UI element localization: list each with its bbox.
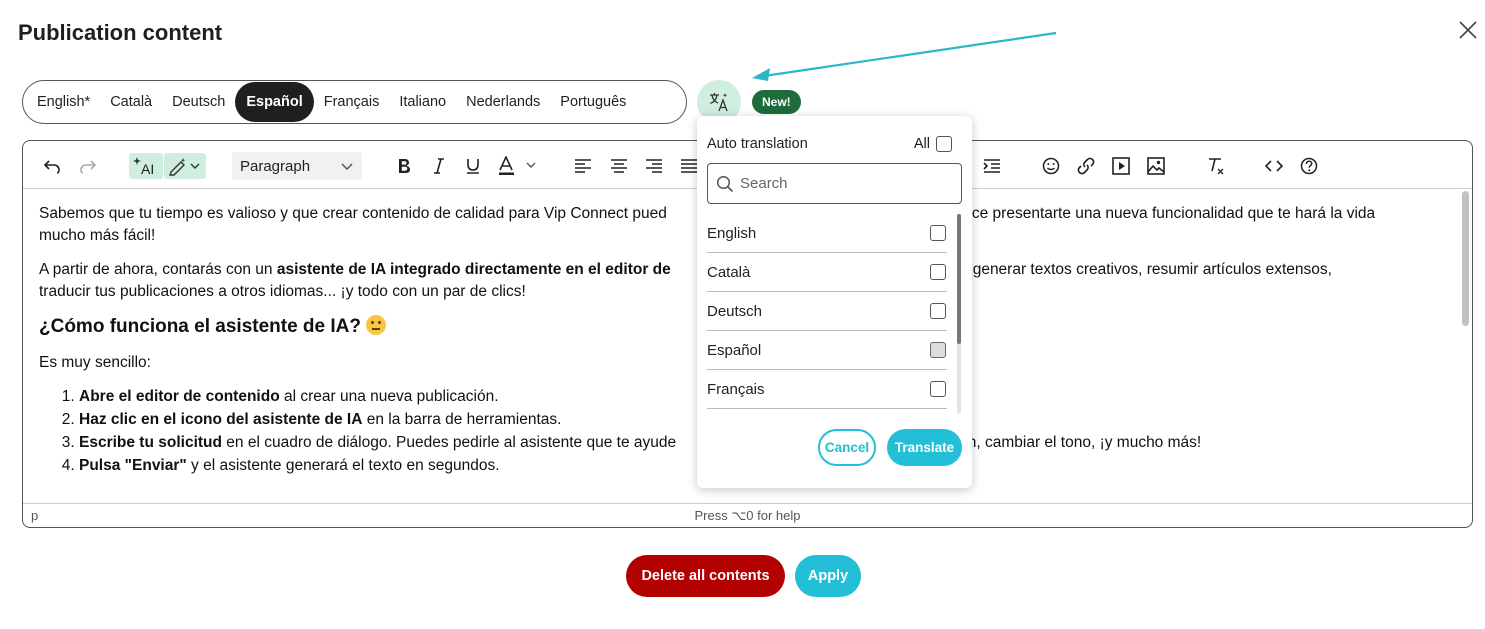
editor-scrollbar[interactable] — [1460, 191, 1470, 501]
tab-english[interactable]: English* — [27, 82, 100, 122]
page-title: Publication content — [18, 20, 223, 45]
apply-button[interactable]: Apply — [795, 555, 861, 597]
bold-button[interactable] — [392, 153, 416, 179]
tab-deutsch[interactable]: Deutsch — [162, 82, 235, 122]
tab-nederlands[interactable]: Nederlands — [456, 82, 550, 122]
language-checkbox[interactable] — [930, 381, 946, 397]
align-center-button[interactable] — [607, 153, 631, 179]
clear-formatting-button[interactable] — [1204, 153, 1228, 179]
language-tabs: English* Català Deutsch Español Français… — [22, 80, 687, 124]
indent-icon — [983, 159, 1000, 173]
language-checkbox[interactable] — [930, 264, 946, 280]
search-icon — [716, 175, 734, 192]
align-right-button[interactable] — [642, 153, 666, 179]
underline-icon — [467, 159, 479, 174]
ai-sparkle-icon: AI — [133, 157, 154, 177]
media-button[interactable] — [1109, 153, 1133, 179]
scrollbar-thumb[interactable] — [957, 214, 961, 344]
code-icon — [1265, 160, 1283, 172]
link-button[interactable] — [1074, 153, 1098, 179]
list-item[interactable]: Français — [707, 370, 947, 409]
video-icon — [1112, 157, 1130, 175]
auto-translation-popup: Auto translation All Search English Cata… — [697, 116, 972, 488]
search-placeholder: Search — [740, 175, 788, 192]
magic-pen-icon — [169, 158, 200, 176]
translate-button[interactable]: Translate — [887, 429, 962, 466]
image-icon — [1147, 157, 1165, 175]
image-button[interactable] — [1144, 153, 1168, 179]
bold-icon — [399, 159, 410, 173]
emoji-icon — [1042, 157, 1060, 175]
help-button[interactable] — [1297, 153, 1321, 179]
align-justify-icon — [681, 159, 697, 173]
help-icon — [1300, 157, 1318, 175]
clear-format-icon — [1209, 158, 1224, 175]
italic-button[interactable] — [427, 153, 451, 179]
select-all-checkbox[interactable] — [936, 136, 952, 152]
tab-espanol[interactable]: Español — [235, 82, 314, 122]
list-item[interactable]: English — [707, 214, 947, 253]
language-list: English Català Deutsch Español Français — [707, 214, 947, 409]
ai-assistant-button[interactable]: AI — [129, 153, 163, 179]
select-all-label: All — [913, 136, 930, 152]
new-badge: New! — [752, 90, 801, 114]
undo-icon — [43, 160, 60, 174]
block-format-value: Paragraph — [240, 157, 311, 175]
delete-all-contents-button[interactable]: Delete all contents — [626, 555, 785, 597]
close-button[interactable] — [1455, 17, 1481, 43]
list-item[interactable]: Español — [707, 331, 947, 370]
ai-pen-dropdown[interactable] — [164, 153, 206, 179]
align-right-icon — [646, 159, 662, 173]
align-center-icon — [611, 159, 627, 173]
editor-statusbar: p Press ⌥0 for help — [23, 503, 1472, 527]
language-checkbox[interactable] — [930, 342, 946, 358]
select-all[interactable]: All — [914, 136, 952, 152]
thinking-face-icon — [366, 315, 387, 335]
close-icon — [1459, 21, 1477, 39]
underline-button[interactable] — [461, 153, 485, 179]
align-left-icon — [575, 159, 591, 173]
text-color-dropdown[interactable] — [496, 153, 542, 179]
cancel-button[interactable]: Cancel — [818, 429, 876, 466]
language-list-scrollbar[interactable] — [957, 214, 961, 414]
link-icon — [1077, 157, 1095, 175]
block-format-select[interactable]: Paragraph — [232, 152, 362, 180]
italic-icon — [434, 158, 444, 174]
ai-label: AI — [141, 161, 154, 177]
language-checkbox[interactable] — [930, 225, 946, 241]
list-item[interactable]: Català — [707, 253, 947, 292]
list-item[interactable]: Deutsch — [707, 292, 947, 331]
tab-francais[interactable]: Français — [314, 82, 390, 122]
redo-button[interactable] — [75, 153, 101, 179]
popup-title: Auto translation — [707, 136, 808, 152]
tab-italiano[interactable]: Italiano — [389, 82, 456, 122]
tab-catala[interactable]: Català — [100, 82, 162, 122]
scrollbar-thumb[interactable] — [1462, 191, 1469, 326]
tab-portugues[interactable]: Português — [550, 82, 636, 122]
language-checkbox[interactable] — [930, 303, 946, 319]
source-code-button[interactable] — [1262, 153, 1286, 179]
indent-button[interactable] — [980, 153, 1004, 179]
emoji-button[interactable] — [1039, 153, 1063, 179]
undo-button[interactable] — [39, 153, 65, 179]
redo-icon — [80, 160, 97, 174]
chevron-down-icon — [341, 163, 353, 171]
language-search-input[interactable]: Search — [707, 163, 962, 204]
help-hint: Press ⌥0 for help — [694, 508, 801, 523]
translate-icon — [710, 93, 728, 112]
align-left-button[interactable] — [571, 153, 595, 179]
text-color-icon — [499, 156, 536, 175]
annotation-arrow — [752, 31, 1057, 81]
